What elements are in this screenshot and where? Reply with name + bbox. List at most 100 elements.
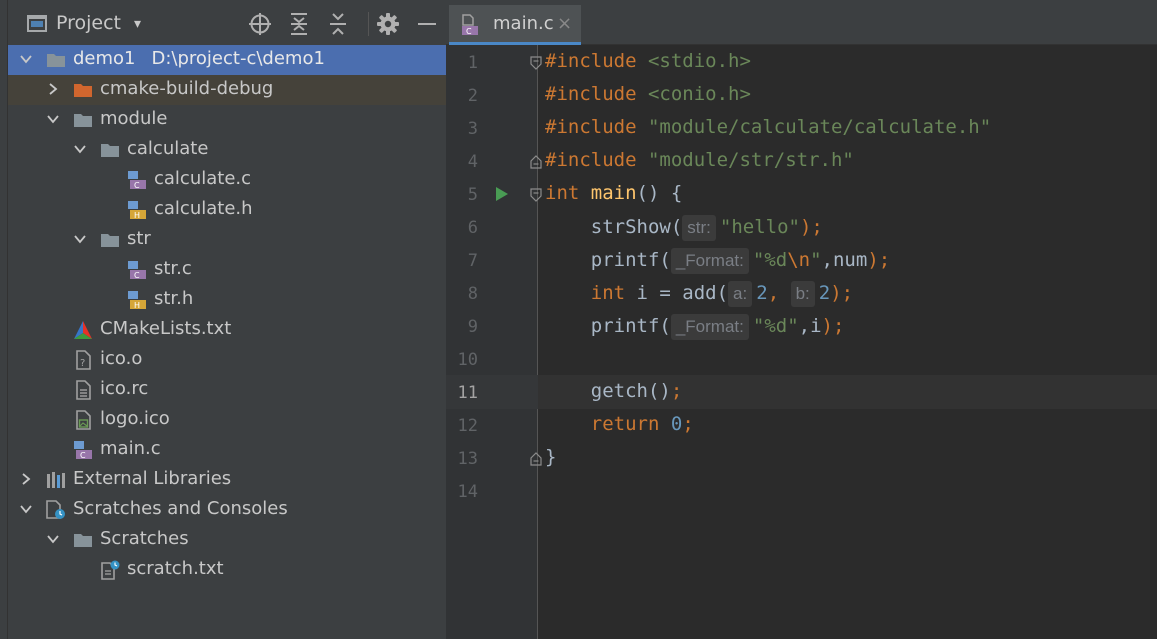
code-token: "hello" <box>719 216 800 238</box>
fold-marker-icon[interactable] <box>529 188 543 202</box>
project-panel-header: Project ▾ <box>8 0 446 45</box>
code-token: } <box>545 446 557 468</box>
code-line-3[interactable]: #include "module/calculate/calculate.h" <box>545 116 991 138</box>
line-number: 4 <box>467 152 478 172</box>
project-path: D:\project-c\demo1 <box>151 48 325 69</box>
tree-item-label: calculate.h <box>154 198 253 219</box>
code-token: getch() <box>590 380 671 402</box>
chevron-down-icon[interactable] <box>74 233 86 245</box>
tree-item-external-libraries[interactable]: External Libraries <box>8 465 446 495</box>
tree-item-label: logo.ico <box>100 408 170 429</box>
fold-marker-icon[interactable] <box>529 155 543 169</box>
tree-item-label: main.c <box>100 438 161 459</box>
close-icon[interactable]: × <box>557 13 572 34</box>
tree-item-scratches[interactable]: Scratches <box>8 525 446 555</box>
code-token: i = add( <box>625 282 729 304</box>
code-line-12[interactable]: return 0; <box>545 413 694 435</box>
chevron-down-icon[interactable] <box>74 143 86 155</box>
chevron-down-icon[interactable] <box>47 113 59 125</box>
tree-item-logo-ico[interactable]: logo.ico <box>8 405 446 435</box>
tree-item-ico-rc[interactable]: ico.rc <box>8 375 446 405</box>
text-file-icon <box>76 380 91 400</box>
tree-item-label: Scratches <box>100 528 189 549</box>
tab-main-c[interactable]: C main.c × <box>449 5 581 45</box>
folder-icon <box>74 114 92 127</box>
folder-icon <box>74 534 92 547</box>
locate-icon[interactable] <box>248 12 272 36</box>
parameter-hint: _Format: <box>670 314 749 340</box>
fold-marker-icon[interactable] <box>529 56 543 70</box>
code-token: ,i <box>798 315 822 337</box>
cmake-icon <box>74 321 92 339</box>
tree-item-label: ico.o <box>100 348 143 369</box>
tree-item-calculate[interactable]: calculate <box>8 135 446 165</box>
svg-text:C: C <box>134 271 140 280</box>
tree-item-str[interactable]: str <box>8 225 446 255</box>
hide-icon[interactable] <box>415 12 439 36</box>
gear-icon[interactable] <box>376 12 400 36</box>
tree-item-cmake-build-debug[interactable]: cmake-build-debug <box>8 75 446 105</box>
tree-item-label: External Libraries <box>73 468 232 489</box>
code-token: ); <box>830 282 854 304</box>
run-icon[interactable] <box>495 186 509 202</box>
tree-item-label: calculate.c <box>154 168 252 189</box>
code-line-13[interactable]: } <box>545 446 556 468</box>
code-line-1[interactable]: #include <stdio.h> <box>545 50 751 72</box>
code-token: ); <box>867 249 891 271</box>
line-number: 2 <box>467 86 478 106</box>
tree-item-calculate-h[interactable]: H calculate.h <box>8 195 446 225</box>
chevron-down-icon[interactable] <box>47 533 59 545</box>
chevron-down-icon[interactable] <box>20 53 32 65</box>
line-number: 10 <box>457 350 478 370</box>
chevron-down-icon[interactable]: ▾ <box>134 16 141 32</box>
library-icon <box>47 472 65 488</box>
folder-icon <box>101 234 119 247</box>
collapse-all-icon[interactable] <box>326 12 350 36</box>
window-edge <box>0 0 8 639</box>
code-token: () { <box>636 182 683 204</box>
chevron-right-icon[interactable] <box>47 83 59 95</box>
chevron-right-icon[interactable] <box>20 473 32 485</box>
code-token: , <box>767 282 791 304</box>
tree-item-calculate-c[interactable]: C calculate.c <box>8 165 446 195</box>
tree-item-cmakelists[interactable]: CMakeLists.txt <box>8 315 446 345</box>
svg-text:C: C <box>134 181 140 190</box>
svg-text:?: ? <box>80 358 85 369</box>
line-number: 8 <box>467 284 478 304</box>
code-line-11[interactable]: getch(); <box>545 380 683 402</box>
line-number: 5 <box>467 185 478 205</box>
h-file-icon: H <box>128 201 146 220</box>
tab-label: main.c <box>493 13 554 34</box>
fold-marker-icon[interactable] <box>529 452 543 466</box>
tree-item-str-c[interactable]: C str.c <box>8 255 446 285</box>
tree-item-label: cmake-build-debug <box>100 78 274 99</box>
code-line-7[interactable]: printf(_Format: "%d\n",num); <box>545 248 890 274</box>
expand-all-icon[interactable] <box>287 12 311 36</box>
tree-item-demo1[interactable]: demo1 D:\project-c\demo1 <box>8 45 446 75</box>
code-token: printf( <box>590 249 671 271</box>
code-token: #include <box>545 149 637 171</box>
tree-item-label: calculate <box>127 138 209 159</box>
tree-item-ico-o[interactable]: ? ico.o <box>8 345 446 375</box>
tree-item-main-c[interactable]: C main.c <box>8 435 446 465</box>
code-line-9[interactable]: printf(_Format: "%d",i); <box>545 314 844 340</box>
code-line-8[interactable]: int i = add(a: 2, b: 2); <box>545 281 853 307</box>
code-token: strShow( <box>590 216 683 238</box>
tree-item-scratch-txt[interactable]: scratch.txt <box>8 555 446 585</box>
code-line-4[interactable]: #include "module/str/str.h" <box>545 149 854 171</box>
tree-item-str-h[interactable]: H str.h <box>8 285 446 315</box>
code-token: ,num <box>821 249 868 271</box>
chevron-down-icon[interactable] <box>20 503 32 515</box>
code-line-6[interactable]: strShow(str: "hello"); <box>545 215 823 241</box>
tree-item-module[interactable]: module <box>8 105 446 135</box>
scratches-icon <box>46 500 65 519</box>
project-panel-title[interactable]: Project <box>56 12 121 34</box>
code-token: \n <box>787 249 811 271</box>
code-line-5[interactable]: int main() { <box>545 182 682 204</box>
code-token: int <box>545 182 580 204</box>
excluded-folder-icon <box>74 84 92 97</box>
line-number: 6 <box>467 218 478 238</box>
code-token: "%d <box>752 249 788 271</box>
tree-item-scratches-consoles[interactable]: Scratches and Consoles <box>8 495 446 525</box>
code-line-2[interactable]: #include <conio.h> <box>545 83 751 105</box>
